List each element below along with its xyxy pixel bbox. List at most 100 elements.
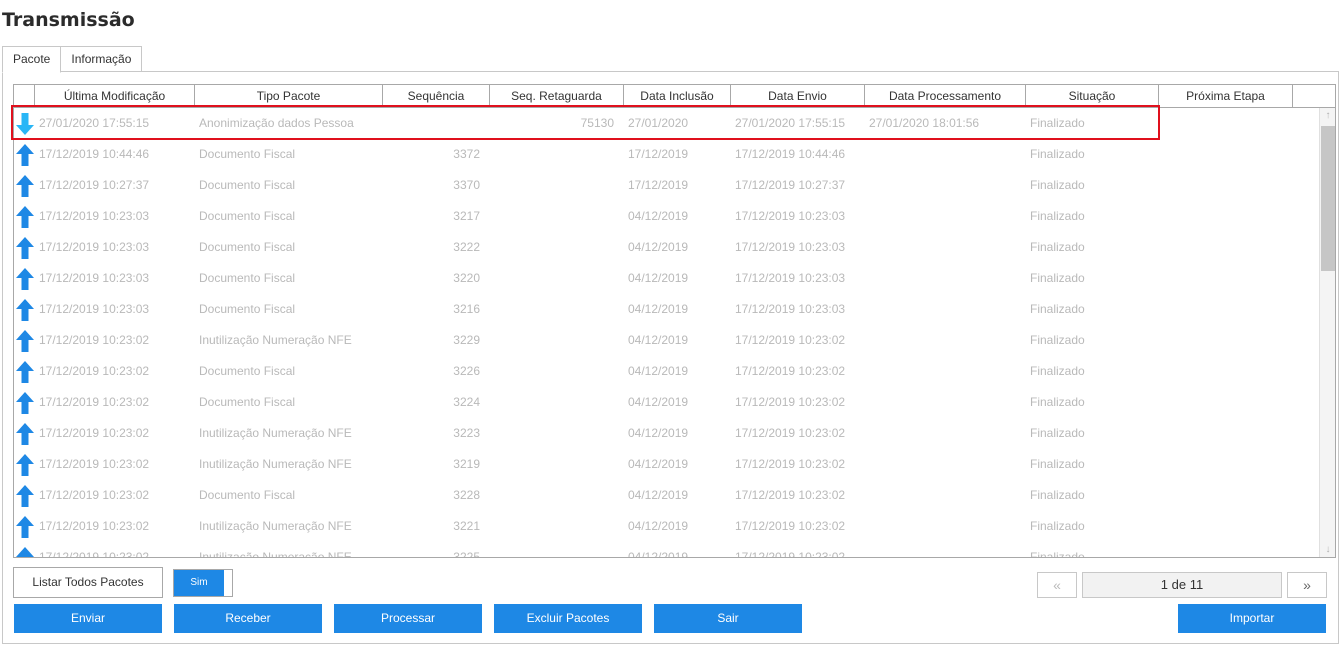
exit-button[interactable]: Sair	[654, 604, 802, 633]
cell-sequencia: 3225	[453, 550, 480, 558]
cell-seq-retaguarda	[490, 542, 614, 557]
cell-data-envio: 17/12/2019 10:23:02	[735, 395, 846, 409]
cell-data-inclusao: 04/12/2019	[628, 457, 689, 471]
arrow-up-icon	[16, 330, 34, 352]
header-data-envio[interactable]: Data Envio	[731, 85, 865, 107]
cell-ultima-modificacao: 17/12/2019 10:27:37	[39, 178, 150, 192]
cell-situacao: Finalizado	[1030, 519, 1085, 533]
table-row[interactable]: 17/12/2019 10:44:46 Documento Fiscal 3372 1…	[14, 139, 1319, 170]
cell-proxima-etapa	[1163, 170, 1288, 201]
table-row[interactable]: 17/12/2019 10:23:02 Inutilização Numeraçã…	[14, 418, 1319, 449]
pager-prev-button[interactable]: «	[1037, 572, 1077, 598]
cell-ultima-modificacao: 17/12/2019 10:23:02	[39, 550, 150, 558]
table-row[interactable]: 17/12/2019 10:23:03 Documento Fiscal 3220 0…	[14, 263, 1319, 294]
list-all-packages-button[interactable]: Listar Todos Pacotes	[13, 567, 163, 598]
import-button[interactable]: Importar	[1178, 604, 1326, 633]
cell-ultima-modificacao: 17/12/2019 10:44:46	[39, 147, 150, 161]
cell-data-inclusao: 04/12/2019	[628, 488, 689, 502]
cell-data-inclusao: 04/12/2019	[628, 426, 689, 440]
arrow-up-icon	[16, 237, 34, 259]
cell-data-inclusao: 17/12/2019	[628, 147, 689, 161]
cell-tipo-pacote: Documento Fiscal	[199, 147, 296, 161]
arrow-up-icon	[16, 454, 34, 476]
cell-situacao: Finalizado	[1030, 209, 1085, 223]
cell-data-processamento	[869, 449, 1024, 480]
table-row[interactable]: 17/12/2019 10:27:37 Documento Fiscal 3370 1…	[14, 170, 1319, 201]
process-button[interactable]: Processar	[334, 604, 482, 633]
header-sequencia[interactable]: Sequência	[383, 85, 490, 107]
tab-informacao[interactable]: Informação	[60, 46, 143, 72]
table-row[interactable]: 17/12/2019 10:23:03 Documento Fiscal 3217 0…	[14, 201, 1319, 232]
cell-tipo-pacote: Inutilização Numeração NFE	[199, 333, 352, 347]
table-row[interactable]: 17/12/2019 10:23:02 Inutilização Numeraçã…	[14, 449, 1319, 480]
scroll-up-icon[interactable]: ↑	[1320, 108, 1335, 124]
header-data-processamento[interactable]: Data Processamento	[865, 85, 1026, 107]
cell-seq-retaguarda	[490, 449, 614, 480]
table-row[interactable]: 17/12/2019 10:23:03 Documento Fiscal 3222 0…	[14, 232, 1319, 263]
table-row[interactable]: 27/01/2020 17:55:15 Anonimização dados Pe…	[14, 108, 1319, 139]
grid-body: 27/01/2020 17:55:15 Anonimização dados Pe…	[14, 108, 1319, 558]
cell-tipo-pacote: Documento Fiscal	[199, 364, 296, 378]
header-seq-retaguarda[interactable]: Seq. Retaguarda	[490, 85, 624, 107]
header-proxima-etapa[interactable]: Próxima Etapa	[1159, 85, 1293, 107]
receive-button[interactable]: Receber	[174, 604, 322, 633]
cell-sequencia: 3226	[453, 364, 480, 378]
tab-pacote[interactable]: Pacote	[2, 46, 62, 73]
cell-data-inclusao: 17/12/2019	[628, 178, 689, 192]
send-button[interactable]: Enviar	[14, 604, 162, 633]
cell-tipo-pacote: Documento Fiscal	[199, 271, 296, 285]
header-tipo-pacote[interactable]: Tipo Pacote	[195, 85, 383, 107]
table-row[interactable]: 17/12/2019 10:23:02 Inutilização Numeraçã…	[14, 511, 1319, 542]
cell-ultima-modificacao: 17/12/2019 10:23:03	[39, 271, 150, 285]
pager-label: 1 de 11	[1082, 572, 1282, 598]
cell-ultima-modificacao: 17/12/2019 10:23:02	[39, 333, 150, 347]
tab-bar: Pacote Informação	[2, 46, 143, 73]
cell-data-processamento	[869, 387, 1024, 418]
scroll-down-icon[interactable]: ↓	[1320, 542, 1335, 557]
cell-tipo-pacote: Documento Fiscal	[199, 488, 296, 502]
cell-data-envio: 17/12/2019 10:23:02	[735, 488, 846, 502]
arrow-up-icon	[16, 547, 34, 557]
cell-data-envio: 17/12/2019 10:23:02	[735, 519, 846, 533]
table-row[interactable]: 17/12/2019 10:23:02 Documento Fiscal 3228 0…	[14, 480, 1319, 511]
cell-proxima-etapa	[1163, 542, 1288, 557]
cell-data-inclusao: 04/12/2019	[628, 333, 689, 347]
table-row[interactable]: 17/12/2019 10:23:02 Inutilização Numeraçã…	[14, 542, 1319, 558]
cell-sequencia: 3220	[453, 271, 480, 285]
cell-data-processamento	[869, 356, 1024, 387]
pager-next-button[interactable]: »	[1287, 572, 1327, 598]
cell-seq-retaguarda	[490, 418, 614, 449]
cell-sequencia: 3223	[453, 426, 480, 440]
cell-data-envio: 17/12/2019 10:23:03	[735, 209, 846, 223]
cell-sequencia: 3217	[453, 209, 480, 223]
header-situacao[interactable]: Situação	[1026, 85, 1159, 107]
cell-tipo-pacote: Inutilização Numeração NFE	[199, 457, 352, 471]
cell-tipo-pacote: Documento Fiscal	[199, 178, 296, 192]
cell-data-envio: 17/12/2019 10:23:03	[735, 302, 846, 316]
delete-packages-button[interactable]: Excluir Pacotes	[494, 604, 642, 633]
cell-seq-retaguarda	[490, 201, 614, 232]
list-all-toggle[interactable]: Sim	[173, 569, 233, 597]
cell-proxima-etapa	[1163, 108, 1288, 139]
cell-data-envio: 17/12/2019 10:23:02	[735, 333, 846, 347]
cell-data-envio: 17/12/2019 10:23:02	[735, 457, 846, 471]
table-row[interactable]: 17/12/2019 10:23:02 Documento Fiscal 3226 0…	[14, 356, 1319, 387]
header-ultima-modificacao[interactable]: Última Modificação	[35, 85, 195, 107]
cell-situacao: Finalizado	[1030, 178, 1085, 192]
cell-data-processamento	[869, 170, 1024, 201]
vertical-scrollbar[interactable]: ↑ ↓	[1319, 108, 1335, 557]
cell-seq-retaguarda	[490, 263, 614, 294]
cell-tipo-pacote: Documento Fiscal	[199, 240, 296, 254]
cell-tipo-pacote: Inutilização Numeração NFE	[199, 550, 352, 558]
table-row[interactable]: 17/12/2019 10:23:02 Inutilização Numeraçã…	[14, 325, 1319, 356]
cell-ultima-modificacao: 17/12/2019 10:23:02	[39, 488, 150, 502]
table-row[interactable]: 17/12/2019 10:23:02 Documento Fiscal 3224 0…	[14, 387, 1319, 418]
cell-tipo-pacote: Documento Fiscal	[199, 209, 296, 223]
scrollbar-thumb[interactable]	[1321, 126, 1335, 271]
cell-data-processamento	[869, 201, 1024, 232]
table-row[interactable]: 17/12/2019 10:23:03 Documento Fiscal 3216 0…	[14, 294, 1319, 325]
header-data-inclusao[interactable]: Data Inclusão	[624, 85, 731, 107]
cell-proxima-etapa	[1163, 480, 1288, 511]
cell-sequencia: 3224	[453, 395, 480, 409]
cell-data-envio: 17/12/2019 10:23:02	[735, 364, 846, 378]
